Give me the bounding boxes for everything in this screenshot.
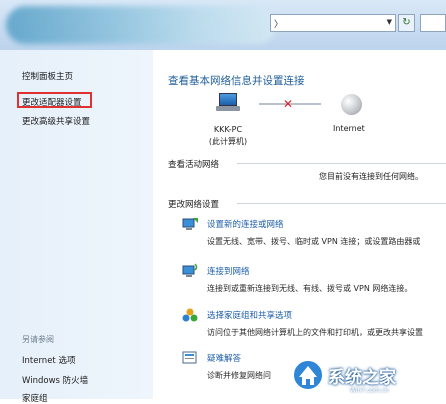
address-bar[interactable]: 〉 ▼ <box>270 14 396 32</box>
internet-globe-icon[interactable] <box>341 94 362 115</box>
computer-icon[interactable] <box>215 93 241 113</box>
setup-connection-desc: 设置无线、宽带、拨号、临时或 VPN 连接；或设置路由器或 <box>207 237 421 246</box>
troubleshoot-link[interactable]: 疑难解答 <box>207 352 271 364</box>
watermark-text: 系统之家 <box>328 368 396 388</box>
sidebar-item-homegroup[interactable]: 家庭组 <box>22 392 48 404</box>
sidebar-item-internet-options[interactable]: Internet 选项 <box>22 354 75 366</box>
page-title: 查看基本网络信息并设置连接 <box>168 75 305 87</box>
sidebar-item-home[interactable]: 控制面板主页 <box>22 70 73 82</box>
refresh-icon[interactable]: ↻ <box>398 14 415 32</box>
setup-connection-link[interactable]: 设置新的连接或网络 <box>207 218 420 230</box>
watermark-url: Win7.com.cn <box>350 387 389 394</box>
sidebar-item-firewall[interactable]: Windows 防火墙 <box>22 374 88 386</box>
troubleshoot-icon <box>182 351 197 364</box>
homegroup-desc: 访问位于其他网络计算机上的文件和打印机，或更改共享设置 <box>207 328 423 337</box>
pc-label: KKK-PC (此计算机) <box>203 124 253 148</box>
new-connection-icon <box>182 218 198 230</box>
watermark: 系统之家 Win7.com.cn <box>290 357 446 397</box>
address-dropdown-icon[interactable]: ▼ <box>387 18 392 26</box>
network-status-text: 您目前没有连接到任何网络。 <box>319 172 423 181</box>
disconnected-icon[interactable]: ✕ <box>283 97 293 111</box>
sidebar-item-advanced-sharing[interactable]: 更改高级共享设置 <box>22 115 90 127</box>
list-item: 设置新的连接或网络 设置无线、宽带、拨号、临时或 VPN 连接；或设置路由器或 <box>207 218 420 247</box>
homegroup-link[interactable]: 选择家庭组和共享选项 <box>207 309 423 321</box>
blurred-title-area <box>6 6 276 44</box>
divider <box>237 203 446 204</box>
divider <box>237 163 446 164</box>
pc-name: KKK-PC <box>213 125 243 134</box>
list-item: 疑难解答 诊断并修复网络问 <box>207 352 271 381</box>
internet-label: Internet <box>333 124 365 133</box>
list-item: 连接到网络 连接到或重新连接到无线、有线、拨号或 VPN 网络连接。 <box>207 265 412 294</box>
highlight-box <box>17 92 92 108</box>
connect-network-desc: 连接到或重新连接到无线、有线、拨号或 VPN 网络连接。 <box>207 284 413 293</box>
connect-network-link[interactable]: 连接到网络 <box>207 265 412 277</box>
homegroup-icon <box>182 308 198 322</box>
troubleshoot-desc: 诊断并修复网络问 <box>207 371 271 380</box>
active-networks-heading: 查看活动网络 <box>168 160 220 170</box>
change-settings-heading: 更改网络设置 <box>168 200 220 210</box>
search-input[interactable] <box>420 14 446 32</box>
see-also-title: 另请参阅 <box>22 335 54 344</box>
pc-sub: (此计算机) <box>208 137 248 146</box>
list-item: 选择家庭组和共享选项 访问位于其他网络计算机上的文件和打印机，或更改共享设置 <box>207 309 423 338</box>
connect-network-icon <box>182 263 198 277</box>
breadcrumb-arrow-icon: 〉 <box>274 20 284 30</box>
watermark-logo-icon <box>292 359 324 391</box>
